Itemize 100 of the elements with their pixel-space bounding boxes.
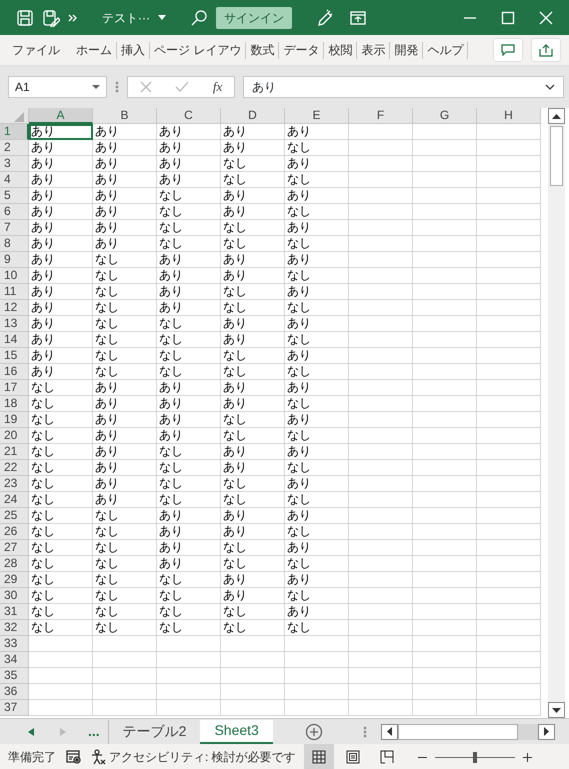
row-header[interactable]: 37 — [0, 700, 29, 716]
table-cell[interactable]: あり — [29, 188, 93, 204]
table-cell[interactable] — [93, 684, 157, 700]
save-edit-icon[interactable] — [42, 8, 60, 26]
table-cell[interactable]: なし — [29, 380, 93, 396]
column-header[interactable]: A — [29, 108, 93, 124]
table-cell[interactable]: あり — [29, 268, 93, 284]
table-cell[interactable]: あり — [29, 236, 93, 252]
table-cell[interactable]: あり — [93, 188, 157, 204]
table-cell[interactable]: あり — [93, 412, 157, 428]
table-cell[interactable]: あり — [221, 140, 285, 156]
table-cell[interactable] — [477, 140, 541, 156]
table-cell[interactable]: あり — [285, 444, 349, 460]
table-cell[interactable] — [477, 700, 541, 716]
table-cell[interactable]: あり — [93, 428, 157, 444]
table-cell[interactable] — [413, 396, 477, 412]
table-cell[interactable]: なし — [285, 204, 349, 220]
table-cell[interactable]: なし — [221, 556, 285, 572]
table-cell[interactable] — [477, 268, 541, 284]
table-cell[interactable] — [413, 524, 477, 540]
next-sheet-icon[interactable] — [60, 728, 66, 736]
table-cell[interactable] — [413, 348, 477, 364]
table-cell[interactable]: なし — [29, 412, 93, 428]
table-cell[interactable]: なし — [221, 540, 285, 556]
table-cell[interactable]: なし — [93, 252, 157, 268]
table-cell[interactable] — [413, 508, 477, 524]
scroll-down-button[interactable] — [548, 702, 565, 718]
table-cell[interactable]: あり — [157, 268, 221, 284]
dropdown-caret-icon[interactable] — [92, 84, 100, 90]
row-header[interactable]: 8 — [0, 236, 29, 252]
table-cell[interactable] — [413, 556, 477, 572]
table-cell[interactable]: なし — [285, 140, 349, 156]
table-cell[interactable]: なし — [93, 268, 157, 284]
sheet-tab[interactable]: Sheet3 — [200, 720, 273, 744]
table-cell[interactable]: あり — [157, 396, 221, 412]
table-cell[interactable]: あり — [29, 140, 93, 156]
table-cell[interactable] — [413, 636, 477, 652]
table-cell[interactable]: あり — [93, 220, 157, 236]
table-cell[interactable]: あり — [221, 332, 285, 348]
table-cell[interactable] — [349, 172, 413, 188]
table-cell[interactable] — [477, 316, 541, 332]
previous-sheet-icon[interactable] — [28, 728, 34, 736]
row-header[interactable]: 5 — [0, 188, 29, 204]
macro-recording-icon[interactable] — [66, 750, 82, 764]
table-cell[interactable]: あり — [221, 572, 285, 588]
table-cell[interactable] — [477, 572, 541, 588]
table-cell[interactable]: あり — [157, 412, 221, 428]
table-cell[interactable]: あり — [221, 444, 285, 460]
table-cell[interactable] — [349, 300, 413, 316]
zoom-slider-thumb[interactable] — [472, 752, 477, 762]
table-cell[interactable]: なし — [221, 236, 285, 252]
table-cell[interactable] — [349, 396, 413, 412]
table-cell[interactable] — [413, 268, 477, 284]
table-cell[interactable] — [477, 204, 541, 220]
table-cell[interactable]: あり — [285, 316, 349, 332]
table-cell[interactable]: なし — [93, 524, 157, 540]
table-cell[interactable] — [349, 572, 413, 588]
row-header[interactable]: 31 — [0, 604, 29, 620]
table-cell[interactable]: あり — [29, 348, 93, 364]
table-cell[interactable]: あり — [285, 380, 349, 396]
table-cell[interactable] — [221, 652, 285, 668]
table-cell[interactable]: あり — [221, 460, 285, 476]
table-cell[interactable]: なし — [221, 284, 285, 300]
table-cell[interactable]: あり — [285, 188, 349, 204]
table-cell[interactable]: なし — [221, 348, 285, 364]
table-cell[interactable]: なし — [157, 444, 221, 460]
table-cell[interactable]: なし — [29, 524, 93, 540]
table-cell[interactable]: なし — [29, 508, 93, 524]
table-cell[interactable]: なし — [157, 188, 221, 204]
table-cell[interactable] — [477, 364, 541, 380]
table-cell[interactable]: なし — [29, 444, 93, 460]
table-cell[interactable] — [477, 684, 541, 700]
table-cell[interactable]: なし — [157, 572, 221, 588]
table-cell[interactable] — [285, 636, 349, 652]
table-cell[interactable]: なし — [93, 364, 157, 380]
table-cell[interactable] — [477, 124, 541, 140]
scroll-left-button[interactable] — [380, 724, 398, 740]
insert-function-button[interactable]: fx — [212, 77, 222, 97]
table-cell[interactable]: あり — [29, 220, 93, 236]
table-cell[interactable] — [349, 540, 413, 556]
table-cell[interactable]: あり — [285, 476, 349, 492]
table-cell[interactable] — [477, 620, 541, 636]
row-header[interactable]: 11 — [0, 284, 29, 300]
formula-field[interactable]: あり — [243, 76, 564, 98]
table-cell[interactable] — [349, 684, 413, 700]
table-cell[interactable]: あり — [93, 380, 157, 396]
ribbon-display-icon[interactable] — [350, 10, 366, 24]
table-cell[interactable]: なし — [285, 236, 349, 252]
table-cell[interactable]: あり — [93, 140, 157, 156]
scrollbar-thumb[interactable] — [550, 126, 563, 186]
table-cell[interactable] — [93, 700, 157, 716]
row-header[interactable]: 18 — [0, 396, 29, 412]
table-cell[interactable]: なし — [157, 604, 221, 620]
table-cell[interactable]: あり — [93, 460, 157, 476]
ribbon-tab[interactable]: ホーム — [72, 42, 117, 58]
table-cell[interactable] — [349, 220, 413, 236]
table-cell[interactable] — [349, 124, 413, 140]
table-cell[interactable] — [349, 620, 413, 636]
table-cell[interactable] — [477, 524, 541, 540]
table-cell[interactable] — [349, 380, 413, 396]
